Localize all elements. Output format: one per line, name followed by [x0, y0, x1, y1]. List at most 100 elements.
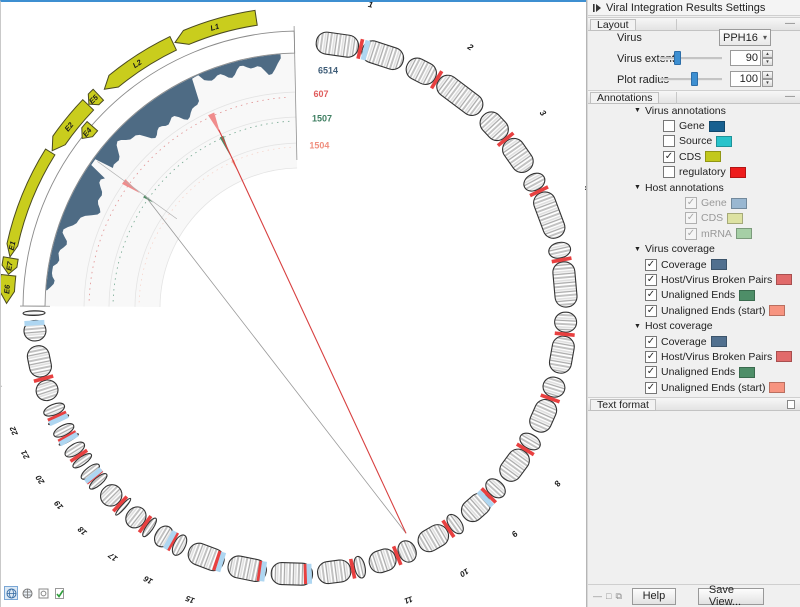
panel-footer: — □ ⧉ Help Save View...	[588, 584, 800, 607]
annotation-item-gene: ✓ Gene	[588, 195, 800, 210]
track-max-label-3: 1507	[312, 114, 332, 124]
virus-gene-label-E6: E6	[2, 284, 12, 295]
plot-radius-value[interactable]: 100	[730, 71, 761, 87]
text-format-section-bar[interactable]: Text format	[588, 397, 800, 411]
annotation-item-label: CDS	[701, 212, 723, 224]
color-swatch-source[interactable]	[716, 136, 732, 147]
collapse-panel-icon[interactable]	[592, 3, 602, 13]
checkbox-unaligned-ends[interactable]: ✓	[645, 289, 657, 301]
annotation-item-label: Unaligned Ends	[661, 366, 735, 378]
spin-up-icon[interactable]: ▲	[762, 71, 773, 79]
color-swatch-unaligned-ends[interactable]	[739, 290, 755, 301]
color-swatch-cds[interactable]	[705, 151, 721, 162]
chromosome-2-q-arm	[433, 71, 488, 120]
virus-extent-value[interactable]: 90	[730, 50, 761, 66]
zoom-view-icon[interactable]	[36, 586, 50, 600]
viral-integration-window: E6E7E1E2E4E5L2L1123456789101112131415161…	[0, 0, 800, 607]
tree-collapse-icon[interactable]: ▼	[634, 107, 641, 114]
annotation-item-label: Host/Virus Broken Pairs	[661, 351, 772, 363]
chromosome-12-q-arm	[316, 559, 352, 585]
annotation-item-label: mRNA	[701, 228, 732, 240]
color-swatch-host-virus-broken-pairs[interactable]	[776, 274, 792, 285]
chromosome-label-19: 19	[52, 498, 65, 511]
integration-link-gray	[147, 198, 407, 534]
float-panel-icon[interactable]: ⧉	[615, 591, 621, 602]
color-swatch-gene[interactable]	[731, 198, 747, 209]
annotation-item-label: Unaligned Ends (start)	[661, 382, 765, 394]
chromosome-label-2: 2	[465, 41, 475, 53]
collapse-layout-icon[interactable]: —	[785, 18, 795, 29]
tree-collapse-icon[interactable]: ▼	[634, 323, 641, 330]
tree-collapse-icon[interactable]: ▼	[634, 184, 641, 191]
checkbox-cds[interactable]: ✓	[663, 151, 675, 163]
checkbox-unaligned-ends[interactable]: ✓	[645, 366, 657, 378]
color-swatch-unaligned-ends-start-[interactable]	[769, 382, 785, 393]
chromosome-6-q-arm	[548, 334, 576, 374]
group-virus-coverage[interactable]: ▼Virus coverage	[588, 242, 800, 257]
spin-down-icon[interactable]: ▼	[762, 79, 773, 87]
spin-up-icon[interactable]: ▲	[762, 50, 773, 58]
collapse-annotations-icon[interactable]: —	[785, 91, 795, 102]
stain-band	[306, 564, 312, 584]
virus-extent-slider[interactable]	[660, 57, 722, 60]
color-swatch-coverage[interactable]	[711, 259, 727, 270]
checkbox-gene[interactable]	[663, 120, 675, 132]
annotation-item-label: Host/Virus Broken Pairs	[661, 274, 772, 286]
checkbox-regulatory[interactable]	[663, 166, 675, 178]
checkbox-host-virus-broken-pairs[interactable]: ✓	[645, 274, 657, 286]
color-swatch-mrna[interactable]	[736, 228, 752, 239]
chromosome-4-q-arm	[531, 189, 568, 241]
plot-view-area[interactable]: E6E7E1E2E4E5L2L1123456789101112131415161…	[0, 0, 586, 607]
chromosome-label-22: 22	[8, 425, 20, 438]
annotation-item-unaligned-ends-start-: ✓Unaligned Ends (start)	[588, 303, 800, 318]
chromosome-label-8: 8	[552, 479, 563, 489]
virus-select[interactable]: PPH16 ▾	[719, 29, 771, 46]
group-host-annotations[interactable]: ▼Host annotations	[588, 180, 800, 195]
checkbox-gene: ✓	[685, 197, 697, 209]
report-view-icon[interactable]	[52, 586, 66, 600]
annotation-item-cds: ✓CDS	[588, 149, 800, 164]
virus-gene-label-E1: E1	[7, 240, 18, 251]
virus-extent-spinner[interactable]: ▲▼	[762, 50, 773, 66]
annotation-item-label: Unaligned Ends	[661, 289, 735, 301]
plot-radius-slider[interactable]	[660, 78, 722, 81]
color-swatch-cds[interactable]	[727, 213, 743, 224]
annotation-item-unaligned-ends: ✓ Unaligned Ends	[588, 365, 800, 380]
chromosome-label-1: 1	[367, 2, 374, 10]
checkbox-coverage[interactable]: ✓	[645, 336, 657, 348]
checkbox-host-virus-broken-pairs[interactable]: ✓	[645, 351, 657, 363]
color-swatch-regulatory[interactable]	[730, 167, 746, 178]
checkbox-source[interactable]	[663, 135, 675, 147]
genome-table-view-icon[interactable]	[20, 586, 34, 600]
color-swatch-gene[interactable]	[709, 121, 725, 132]
viral-integration-circular-plot[interactable]: E6E7E1E2E4E5L2L1123456789101112131415161…	[1, 2, 587, 607]
color-swatch-coverage[interactable]	[711, 336, 727, 347]
checkbox-coverage[interactable]: ✓	[645, 259, 657, 271]
graphical-view-icon[interactable]	[4, 586, 18, 600]
minimize-icon[interactable]: —	[593, 591, 602, 602]
help-button[interactable]: Help	[632, 588, 676, 605]
group-host-coverage[interactable]: ▼Host coverage	[588, 318, 800, 333]
color-swatch-host-virus-broken-pairs[interactable]	[776, 351, 792, 362]
chromosome-MT	[23, 311, 45, 316]
save-view-button[interactable]: Save View...	[698, 588, 764, 605]
plot-radius-spinner[interactable]: ▲▼	[762, 71, 773, 87]
settings-panel-header: Viral Integration Results Settings	[588, 0, 800, 16]
color-swatch-unaligned-ends[interactable]	[739, 367, 755, 378]
annotation-item-label: Gene	[701, 197, 727, 209]
group-virus-annotations[interactable]: ▼Virus annotations	[588, 103, 800, 118]
checkbox-unaligned-ends-start-[interactable]: ✓	[645, 382, 657, 394]
chromosome-label-17: 17	[106, 550, 119, 563]
annotations-section-bar[interactable]: Annotations —	[588, 90, 800, 104]
chromosome-6-p-arm	[554, 312, 577, 333]
virus-extent-slider-handle[interactable]	[674, 51, 681, 65]
plot-radius-slider-handle[interactable]	[691, 72, 698, 86]
tree-collapse-icon[interactable]: ▼	[634, 246, 641, 253]
annotation-item-coverage: ✓Coverage	[588, 334, 800, 349]
spin-down-icon[interactable]: ▼	[762, 58, 773, 66]
checkbox-unaligned-ends-start-[interactable]: ✓	[645, 305, 657, 317]
color-swatch-unaligned-ends-start-[interactable]	[769, 305, 785, 316]
maximize-icon[interactable]: □	[606, 591, 611, 602]
text-format-section-title: Text format	[590, 399, 656, 411]
text-format-page-icon[interactable]	[787, 400, 795, 409]
